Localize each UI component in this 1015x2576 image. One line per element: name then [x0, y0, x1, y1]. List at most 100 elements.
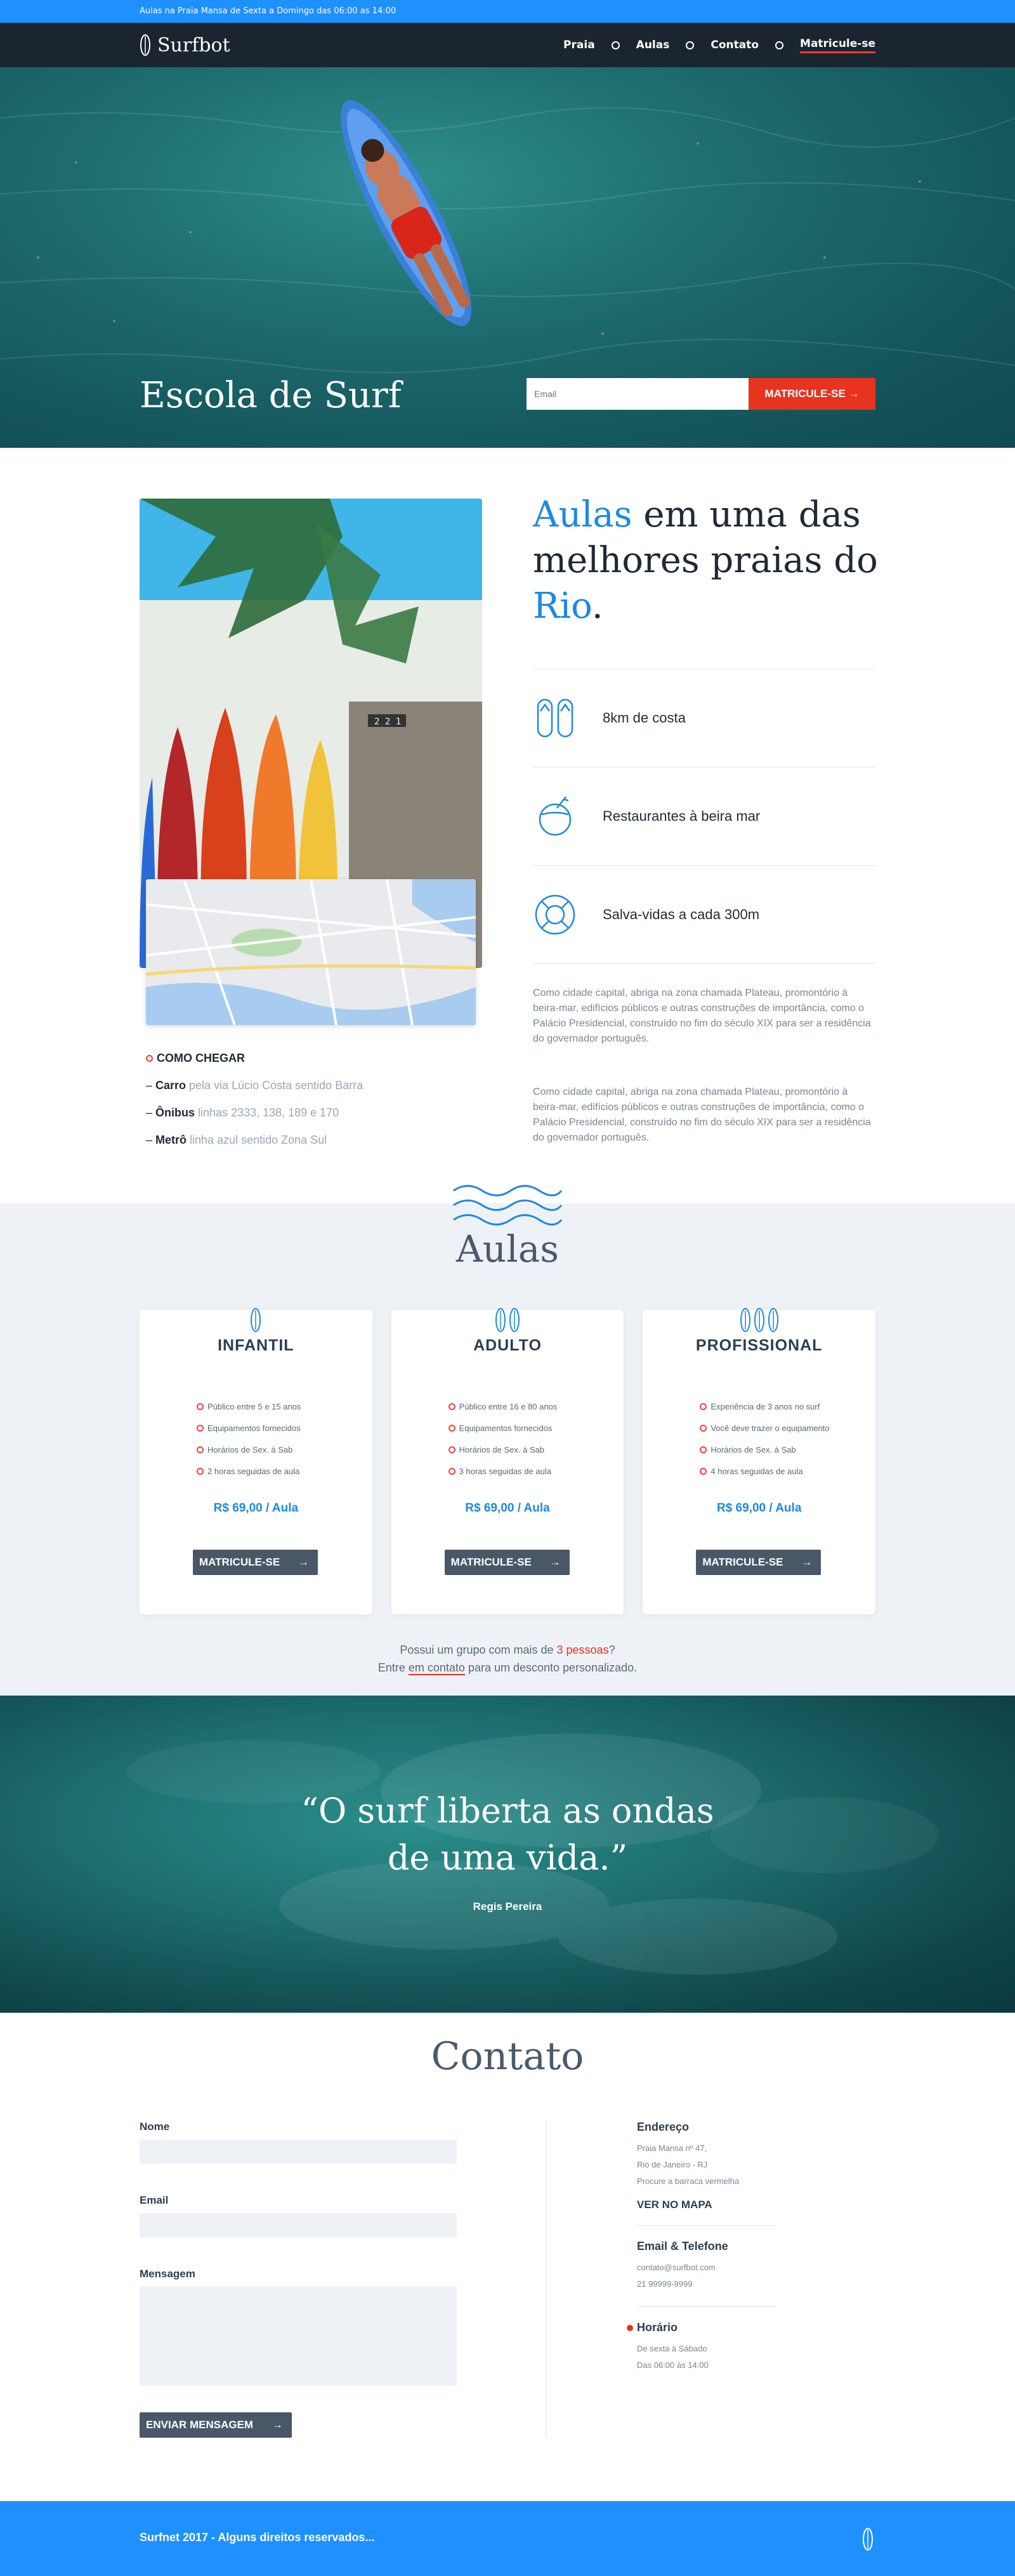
class-cards: INFANTIL Público entre 5 e 15 anos Equip… [140, 1308, 876, 1614]
quote-line: de uma vida.” [387, 1838, 628, 1878]
contact-email[interactable]: contato@surfbot.com [637, 2259, 776, 2276]
card-title: ADULTO [473, 1337, 542, 1354]
brand-name: Surfbot [157, 34, 230, 56]
name-field[interactable] [140, 2140, 457, 2164]
about-paragraph: Como cidade capital, abriga na zona cham… [533, 988, 871, 1044]
surfboard-icon [740, 1308, 750, 1332]
brand-logo[interactable]: Surfbot [140, 34, 230, 56]
coconut-drink-icon [539, 796, 572, 836]
card-feature: Público entre 16 e 80 anos [448, 1396, 558, 1417]
nav-link-aulas[interactable]: Aulas [636, 39, 670, 51]
about-paragraph: Como cidade capital, abriga na zona cham… [533, 1087, 871, 1143]
arrow-right-icon: → [801, 1556, 813, 1568]
arrow-right-icon: → [272, 2419, 283, 2431]
surfboard-icon [509, 1308, 520, 1332]
address-title: Endereço [637, 2121, 690, 2133]
card-price: R$ 69,00 / Aula [716, 1501, 802, 1515]
directions-title: COMO CHEGAR [146, 1052, 363, 1065]
photo-sign-number: 2 2 1 [374, 717, 401, 727]
card-feature: Equipamentos fornecidos [197, 1417, 301, 1439]
surfboard-icon [754, 1308, 764, 1332]
card-features: Público entre 16 e 80 anos Equipamentos … [448, 1396, 558, 1482]
signup-form: MATRICULE-SE → [527, 378, 875, 410]
direction-detail: linha azul sentido Zona Sul [190, 1134, 327, 1146]
contact-phone[interactable]: 21 99999-9999 [637, 2276, 776, 2292]
card-feature-text: Horários de Sex. à Sab [459, 1444, 545, 1455]
nav-link-contato[interactable]: Contato [710, 39, 759, 51]
quote-section: “O surf liberta as ondas de uma vida.” Re… [0, 1696, 1015, 2013]
card-feature: Horários de Sex. à Sab [197, 1439, 301, 1460]
enroll-button[interactable]: MATRICULE-SE → [696, 1550, 822, 1575]
card-feature-text: Equipamentos fornecidos [459, 1423, 553, 1433]
contact-section: Contato Nome Email Mensagem ENVIAR MENSA… [0, 2013, 1015, 2501]
ring-bullet-icon [197, 1424, 204, 1432]
card-feature-text: Horários de Sex. à Sab [710, 1444, 796, 1455]
feature-item: 8km de costa [533, 669, 875, 767]
location-map[interactable] [146, 879, 476, 1025]
message-textarea[interactable] [140, 2287, 457, 2386]
address-line: Rio de Janeiro - RJ [637, 2160, 708, 2169]
ring-bullet-icon [197, 1467, 204, 1475]
email-field[interactable] [140, 2213, 457, 2237]
ring-bullet-icon [700, 1467, 707, 1475]
contact-info: Endereço Praia Mansa nº 47, Rio de Janei… [627, 2121, 776, 2402]
hero-title: Escola de Surf [140, 375, 402, 416]
feature-list: 8km de costa Restaurantes à beira mar Sa… [533, 669, 875, 964]
arrow-right-icon: → [298, 1556, 309, 1568]
flip-flops-icon [537, 698, 573, 738]
nav-link-matricule[interactable]: Matricule-se [800, 37, 875, 53]
enroll-button-label: MATRICULE-SE [199, 1556, 280, 1568]
card-feature-text: Público entre 16 e 80 anos [459, 1401, 558, 1411]
hours-title-text: Horário [637, 2321, 678, 2334]
card-feature: Público entre 5 e 15 anos [197, 1396, 301, 1417]
note-text: Entre [377, 1661, 409, 1674]
email-input[interactable] [527, 378, 749, 410]
view-map-link[interactable]: VER NO MAPA [637, 2199, 776, 2211]
feature-label: 8km de costa [603, 710, 686, 726]
card-price: R$ 69,00 / Aula [465, 1501, 550, 1515]
send-message-button[interactable]: ENVIAR MENSAGEM → [140, 2412, 292, 2438]
direction-detail: linhas 2333, 138, 189 e 170 [198, 1106, 339, 1119]
hero-section: Escola de Surf MATRICULE-SE → [0, 67, 1015, 448]
nav-link-praia[interactable]: Praia [563, 39, 595, 51]
name-label: Nome [140, 2121, 170, 2133]
direction-row: – Carro pela via Lúcio Costa sentido Bar… [146, 1079, 363, 1092]
card-feature: Horários de Sex. à Sab [448, 1439, 558, 1460]
quote-author: Regis Pereira [473, 1900, 542, 1912]
ring-bullet-icon [197, 1402, 204, 1410]
note-highlight: 3 pessoas [556, 1644, 609, 1656]
signup-button[interactable]: MATRICULE-SE → [749, 378, 875, 410]
arrow-right-icon: → [549, 1556, 561, 1568]
hours-block: Horário De sexta à Sábado Das 06:00 às 1… [627, 2321, 776, 2388]
hours-title: Horário [627, 2321, 766, 2334]
classes-section: Aulas INFANTIL Público entre 5 e 15 anos… [0, 1185, 1015, 1696]
direction-row: – Metrô linha azul sentido Zona Sul [146, 1134, 327, 1146]
lifebuoy-icon [535, 894, 575, 934]
announcement-text: Aulas na Praia Mansa de Sexta a Domingo … [140, 6, 396, 16]
enroll-button[interactable]: MATRICULE-SE → [444, 1550, 570, 1575]
enroll-button-label: MATRICULE-SE [450, 1556, 532, 1568]
about-heading: Aulas em uma das melhores praias do Rio. [533, 492, 888, 629]
footer: Surfnet 2017 - Alguns direitos reservado… [0, 2501, 1015, 2576]
feature-item: Salva-vidas a cada 300m [533, 865, 875, 964]
note-text: Possui um grupo com mais de [400, 1644, 557, 1656]
address-line: Procure a barraca vermelha [637, 2176, 740, 2186]
announcement-bar: Aulas na Praia Mansa de Sexta a Domingo … [0, 0, 1015, 23]
card-feature: 2 horas seguidas de aula [197, 1460, 301, 1482]
contact-link[interactable]: em contato [408, 1661, 465, 1675]
surfboard-icon [863, 2528, 873, 2551]
enroll-button[interactable]: MATRICULE-SE → [193, 1550, 318, 1575]
direction-mode: Metrô [155, 1134, 187, 1146]
ring-bullet-icon [197, 1446, 204, 1453]
message-label: Mensagem [140, 2268, 195, 2280]
direction-mode: Ônibus [155, 1106, 195, 1119]
ring-bullet-icon [700, 1446, 707, 1453]
surfboard-icon [251, 1308, 261, 1332]
ring-bullet-icon [448, 1467, 455, 1475]
surfboard-icon [768, 1308, 778, 1332]
direction-row: – Ônibus linhas 2333, 138, 189 e 170 [146, 1106, 339, 1119]
contact-title: Contato [431, 2034, 584, 2079]
card-title: INFANTIL [218, 1337, 294, 1354]
nav-links: Praia Aulas Contato Matricule-se [563, 37, 875, 53]
card-feature-text: Público entre 5 e 15 anos [207, 1401, 301, 1411]
